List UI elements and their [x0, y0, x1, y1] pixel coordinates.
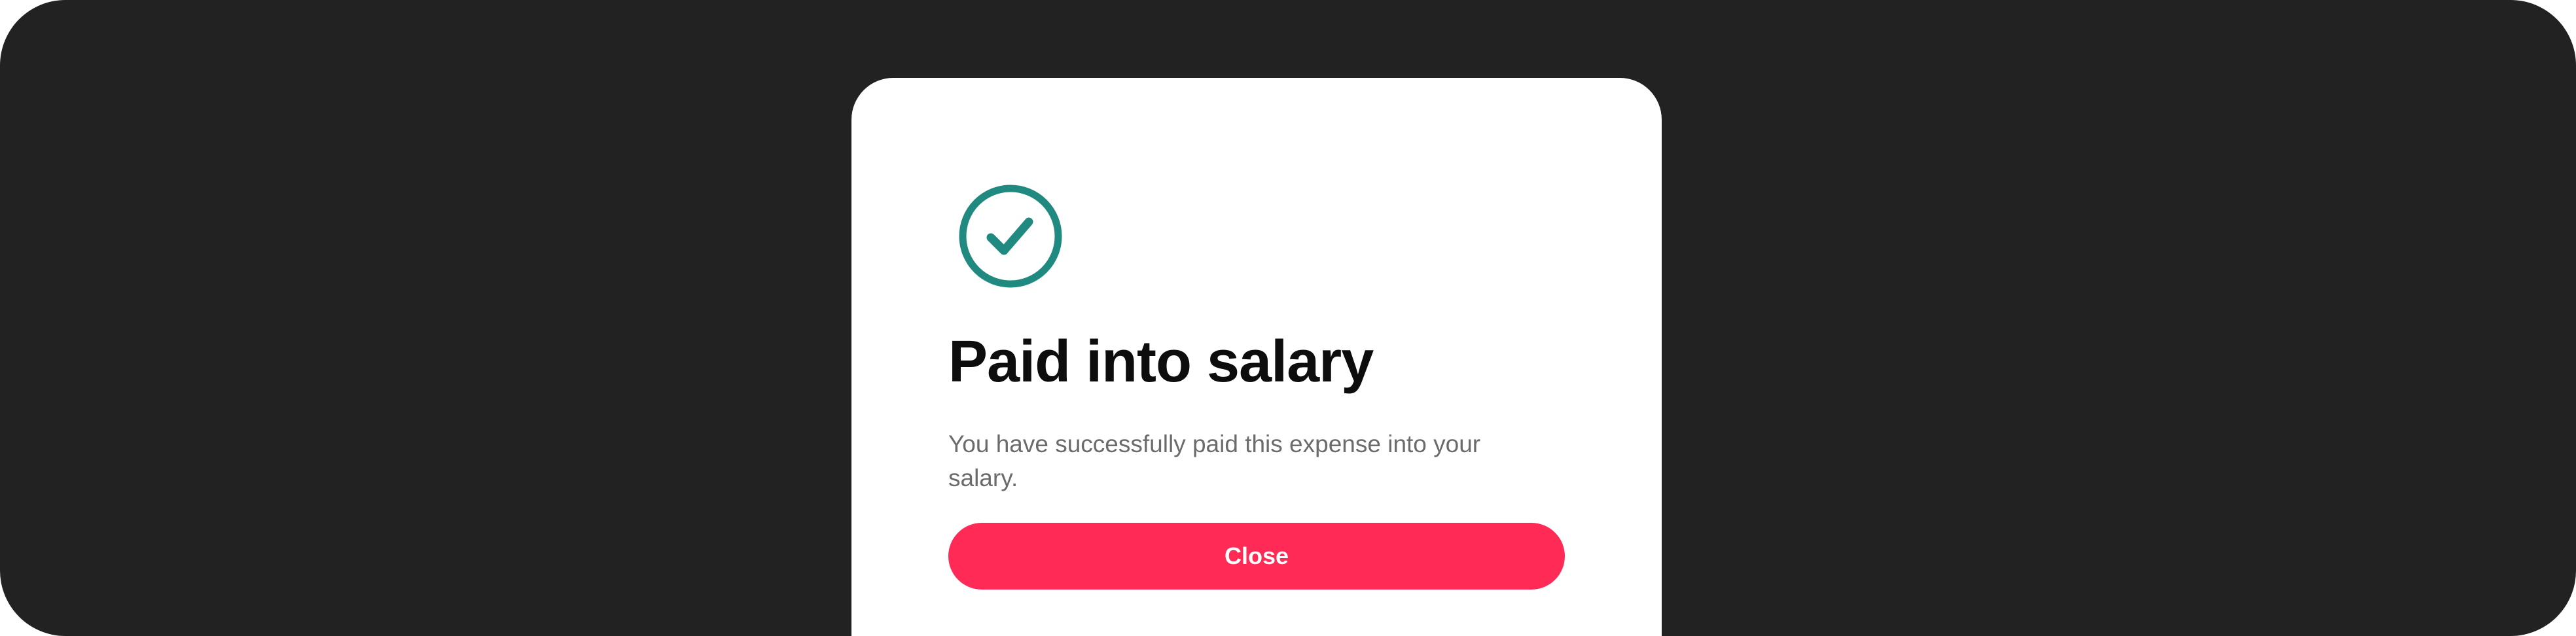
dialog-message: You have successfully paid this expense … [948, 431, 1481, 491]
app-screen: Paid into salary You have successfully p… [0, 0, 2576, 636]
success-dialog: Paid into salary You have successfully p… [851, 78, 1662, 636]
close-button[interactable]: Close [948, 523, 1565, 590]
check-circle-icon [959, 185, 1062, 288]
dialog-title: Paid into salary [948, 329, 1374, 395]
